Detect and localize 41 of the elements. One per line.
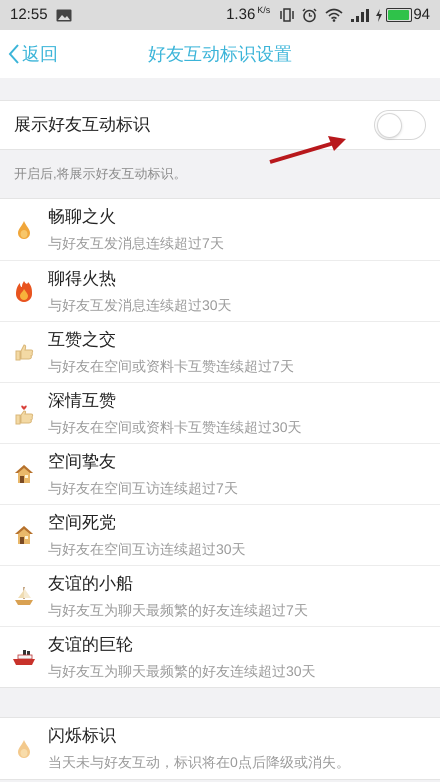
- mark-title: 闪烁标识: [48, 725, 117, 747]
- charging-icon: [375, 8, 384, 22]
- setting-label: 展示好友互动标识: [14, 114, 151, 136]
- mark-description: 与好友在空间互访连续超过30天: [48, 540, 246, 558]
- mark-description: 与好友在空间互访连续超过7天: [48, 478, 238, 498]
- hint-text: 开启后,将展示好友互动标识。: [13, 165, 188, 184]
- sailboat-icon: [13, 585, 35, 607]
- alarm-icon: [302, 8, 318, 22]
- flame-icon: [17, 220, 31, 240]
- flame-icon: [17, 738, 31, 758]
- back-button[interactable]: 返回: [0, 40, 58, 68]
- toggle-switch[interactable]: [374, 110, 426, 140]
- mark-title: 深情互赞: [48, 390, 117, 412]
- signal-icon: [351, 8, 370, 22]
- mark-description: 与好友互发消息连续超过7天: [48, 234, 224, 253]
- mark-description: 与好友互发消息连续超过30天: [48, 296, 232, 314]
- mark-description: 与好友互为聊天最频繁的好友连续超过7天: [48, 600, 308, 620]
- battery-icon: [386, 8, 412, 22]
- mark-title: 空间死党: [48, 512, 117, 534]
- mark-title: 聊得火热: [48, 268, 117, 290]
- mark-description: 与好友在空间或资料卡互赞连续超过30天: [48, 418, 302, 436]
- image-icon: [56, 8, 72, 22]
- mark-description: 当天未与好友互动，标识将在0点后降级或消失。: [48, 753, 350, 772]
- mark-title: 畅聊之火: [48, 206, 117, 228]
- mark-title: 友谊的小船: [48, 572, 134, 594]
- ship-icon: [12, 647, 36, 667]
- back-icon: [8, 43, 20, 65]
- mark-title: 空间挚友: [48, 450, 117, 472]
- house-icon: [14, 525, 34, 545]
- mark-description: 与好友互为聊天最频繁的好友连续超过30天: [48, 662, 316, 680]
- vibrate-icon: [280, 8, 294, 22]
- battery-percent: 94: [413, 4, 430, 25]
- flame-icon: [15, 280, 33, 302]
- mark-description: 与好友在空间或资料卡互赞连续超过7天: [48, 356, 294, 376]
- mark-title: 互赞之交: [48, 328, 117, 350]
- house-icon: [14, 464, 34, 484]
- clock: 12:55: [10, 4, 48, 25]
- wifi-icon: [325, 8, 344, 22]
- thumbs-up-icon: [14, 343, 34, 361]
- screen-title: 好友互动标识设置: [148, 42, 292, 66]
- mark-title: 友谊的巨轮: [48, 634, 134, 656]
